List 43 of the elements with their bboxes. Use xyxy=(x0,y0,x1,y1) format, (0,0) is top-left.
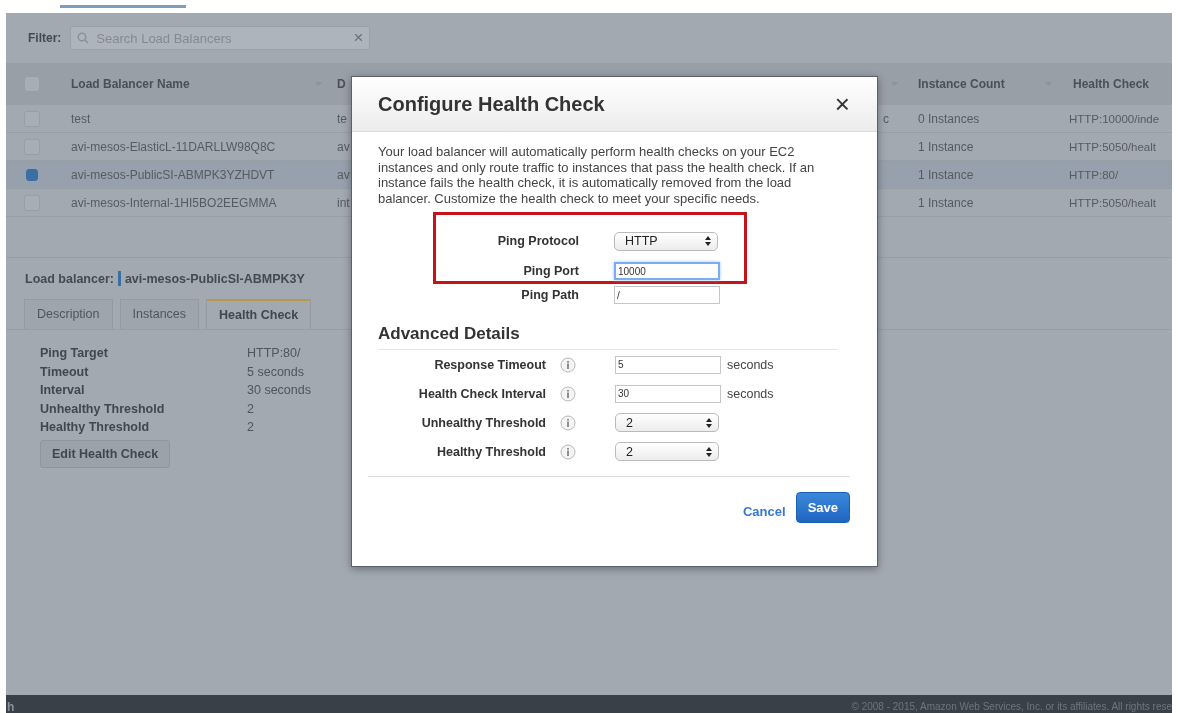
table-cell: av xyxy=(337,167,350,182)
load-balancer-name: avi-mesos-PublicSI-ABMPK3Y xyxy=(124,271,305,286)
field-label: Ping Protocol xyxy=(496,234,579,248)
table-cell: avi-mesos-ElasticL-11DARLLW98Q8C xyxy=(71,139,276,154)
load-balancer-label: Load balancer: xyxy=(25,271,114,286)
field-label: Ping Path xyxy=(520,288,579,302)
table-cell: 1 Instance xyxy=(918,195,974,210)
field-label: Ping Target xyxy=(40,345,108,362)
table-cell: int xyxy=(337,195,350,210)
field-value: 2 xyxy=(247,400,254,418)
intro-paragraph: Your load balancer will automatically perform health checks on your EC2 instances and only route traffic to instances that pass the health check. If an instance fails the health check, it is automatically removed from the load balancer. Customize the health check to meet your specific needs. xyxy=(378,144,816,206)
table-cell: av xyxy=(337,139,350,154)
table-cell: c xyxy=(883,111,889,126)
filter-label: Filter: xyxy=(28,31,62,45)
table-cell: te xyxy=(337,111,347,126)
field-label: Healthy Threshold xyxy=(40,419,150,436)
field-label: Timeout xyxy=(40,363,89,381)
table-cell: test xyxy=(71,111,91,126)
dialog-title: Configure Health Check xyxy=(378,92,605,116)
section-heading: Advanced Details xyxy=(378,324,838,350)
table-cell: 0 Instances xyxy=(918,111,980,126)
table-cell: avi-mesos-Internal-1HI5BO2EEGMMA xyxy=(71,195,277,210)
table-cell: avi-mesos-PublicSI-ABMPK3YZHDVT xyxy=(71,167,275,182)
unit-label: seconds xyxy=(727,386,774,401)
field-value: 30 seconds xyxy=(247,382,311,399)
field-label: Unhealthy Threshold xyxy=(420,415,546,430)
footer-text: h xyxy=(6,699,15,713)
table-cell: 1 Instance xyxy=(918,139,974,154)
field-label: Healthy Threshold xyxy=(435,444,546,459)
field-label: Ping Port xyxy=(522,264,579,278)
table-cell: HTTP:5050/healt xyxy=(1069,140,1156,153)
table-cell: HTTP:5050/healt xyxy=(1069,196,1156,209)
field-label: Health Check Interval xyxy=(417,386,546,401)
field-label: Response Timeout xyxy=(433,357,546,372)
field-label: Interval xyxy=(40,382,85,399)
unit-label: seconds xyxy=(727,357,774,372)
field-label: Unhealthy Threshold xyxy=(40,400,165,418)
table-cell: 1 Instance xyxy=(918,167,974,182)
table-cell: HTTP:10000/inde xyxy=(1069,112,1160,125)
field-value: 5 seconds xyxy=(247,363,304,381)
field-value: 2 xyxy=(247,419,254,436)
table-cell: HTTP:80/ xyxy=(1069,168,1119,181)
field-value: HTTP:80/ xyxy=(247,345,301,362)
